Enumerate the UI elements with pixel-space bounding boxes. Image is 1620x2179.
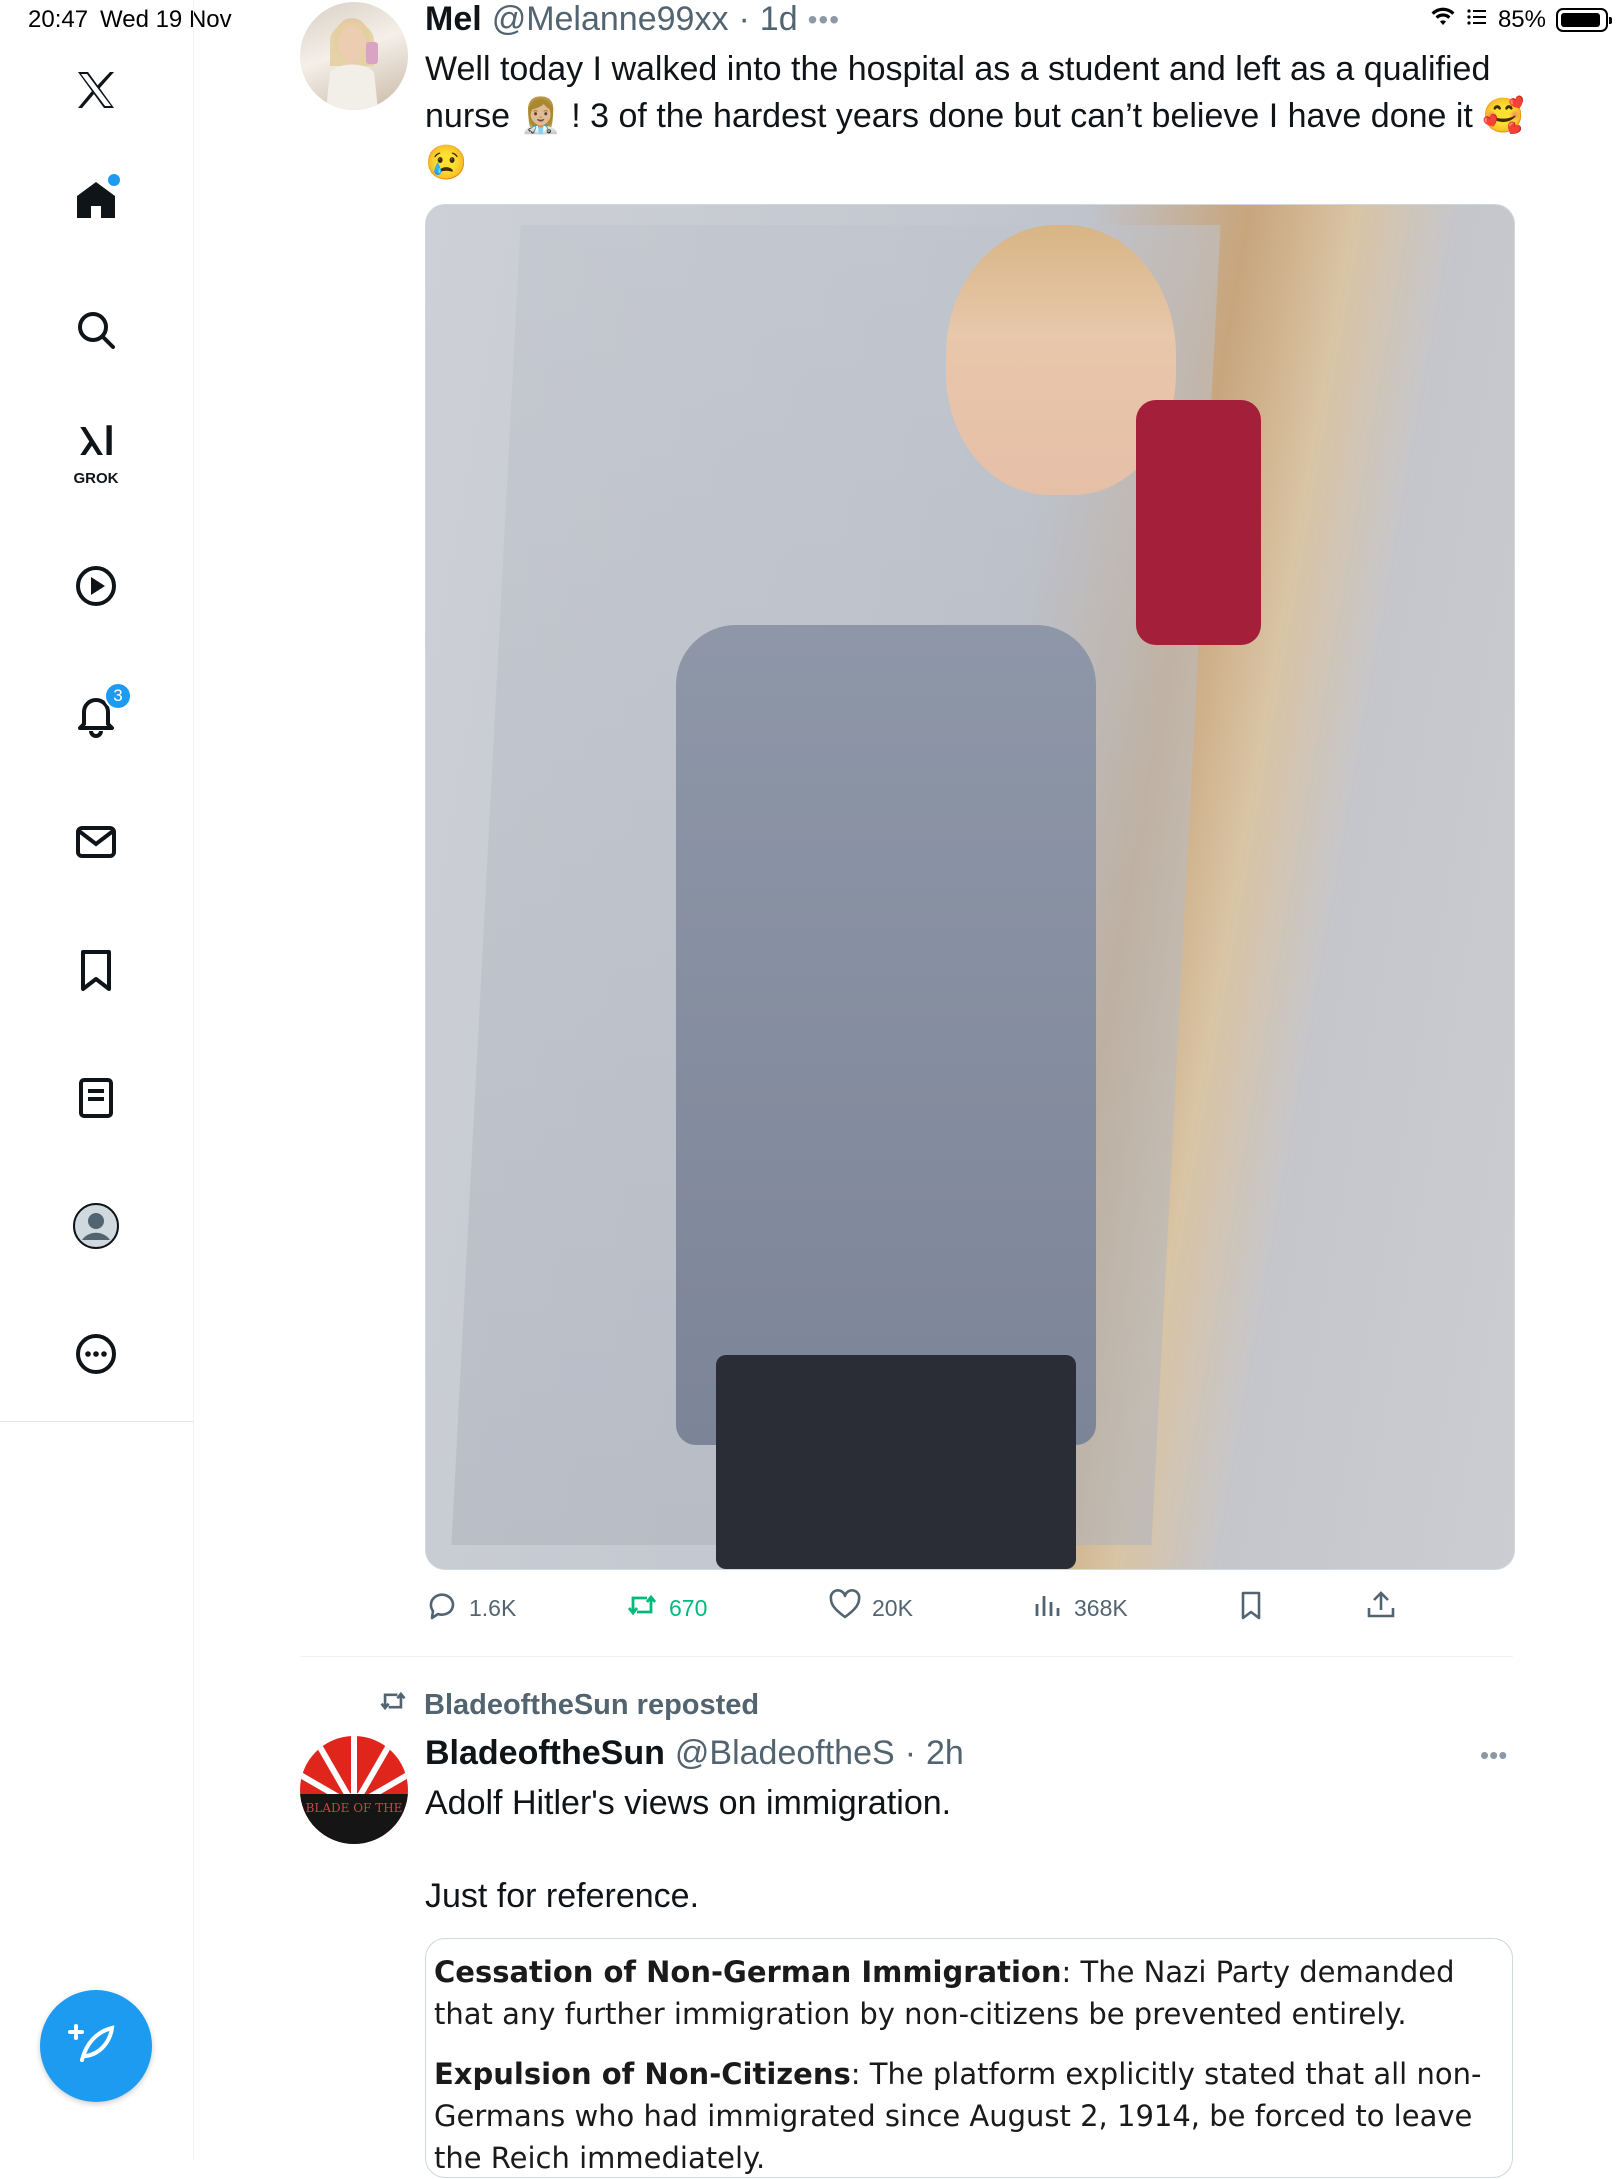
- quote-paragraph: Cessation of Non-German Immigration: The…: [434, 1951, 1504, 2035]
- nav-more[interactable]: [56, 1316, 136, 1396]
- orientation-lock-icon: [1466, 6, 1488, 34]
- tweet-text-line1: Adolf Hitler's views on immigration.: [425, 1784, 952, 1822]
- tweet-image[interactable]: [425, 204, 1515, 1570]
- tweet-text-line2: Just for reference.: [425, 1877, 700, 1915]
- quote-heading: Expulsion of Non-Citizens: [434, 2057, 851, 2091]
- avatar[interactable]: [300, 2, 408, 110]
- more-options-icon[interactable]: •••: [808, 4, 840, 36]
- bookmark-icon: [1234, 1588, 1268, 1628]
- repost-context[interactable]: BladeoftheSun reposted: [376, 1686, 759, 1724]
- grok-label: GROK: [73, 470, 119, 487]
- nav-lists[interactable]: [56, 1060, 136, 1140]
- repost-count: 670: [669, 1594, 708, 1621]
- author-handle[interactable]: @BladeoftheS: [675, 1734, 895, 1773]
- tweet-header: Mel @Melanne99xx · 1d •••: [425, 0, 840, 39]
- profile-icon: [72, 1202, 120, 1255]
- views-button[interactable]: 368K: [1030, 1588, 1128, 1628]
- more-options-icon[interactable]: •••: [1480, 1740, 1507, 1771]
- repost-icon: [376, 1686, 410, 1724]
- quote-card[interactable]: Cessation of Non-German Immigration: The…: [425, 1938, 1513, 2178]
- repost-icon: [625, 1588, 659, 1628]
- status-indicators: 85%: [1430, 6, 1612, 34]
- author-handle[interactable]: @Melanne99xx: [492, 0, 729, 39]
- more-icon: [72, 1330, 120, 1383]
- battery-percent: 85%: [1497, 6, 1546, 33]
- avatar-logo-text: BLADE OF THE: [300, 1794, 408, 1844]
- like-button[interactable]: 20K: [828, 1588, 913, 1628]
- tweet-time[interactable]: 1d: [760, 0, 798, 39]
- reply-count: 1.6K: [469, 1594, 517, 1621]
- video-play-icon: [72, 562, 120, 615]
- compose-feather-icon: [68, 2016, 124, 2077]
- like-count: 20K: [872, 1594, 913, 1621]
- quote-paragraph: Expulsion of Non-Citizens: The platform …: [434, 2053, 1504, 2179]
- reposted-by-label: BladeoftheSun reposted: [424, 1688, 760, 1721]
- tweet-divider: [300, 1656, 1513, 1657]
- repost-button[interactable]: 670: [625, 1588, 707, 1628]
- nav-profile[interactable]: [56, 1188, 136, 1268]
- bookmark-tweet-button[interactable]: [1234, 1588, 1268, 1628]
- views-count: 368K: [1074, 1594, 1128, 1621]
- share-icon: [1364, 1588, 1398, 1628]
- nav-grok[interactable]: GROK: [56, 412, 136, 492]
- sidebar-divider: [0, 1421, 193, 1422]
- x-logo-icon[interactable]: [56, 50, 136, 130]
- separator-dot: ·: [738, 0, 750, 38]
- avatar[interactable]: BLADE OF THE: [300, 1736, 408, 1844]
- tweet-header: BladeoftheSun @BladeoftheS · 2h: [425, 1734, 964, 1773]
- mail-icon: [72, 818, 120, 871]
- notification-badge: 3: [104, 682, 132, 710]
- battery-icon: [1556, 8, 1612, 32]
- sidebar: GROK 3: [0, 0, 194, 2160]
- nav-search[interactable]: [56, 292, 136, 372]
- compose-button[interactable]: [40, 1990, 152, 2102]
- bookmark-icon: [72, 946, 120, 999]
- reply-icon: [425, 1588, 459, 1628]
- reply-button[interactable]: 1.6K: [425, 1588, 516, 1628]
- nav-video[interactable]: [56, 548, 136, 628]
- quote-heading: Cessation of Non-German Immigration: [434, 1955, 1062, 1989]
- grok-icon: [72, 420, 120, 467]
- heart-icon: [828, 1588, 862, 1628]
- author-name[interactable]: BladeoftheSun: [425, 1734, 665, 1773]
- separator-dot: ·: [904, 1734, 917, 1772]
- views-chart-icon: [1030, 1588, 1064, 1628]
- nav-messages[interactable]: [56, 804, 136, 884]
- tweet-text: Well today I walked into the hospital as…: [425, 50, 1525, 182]
- lists-icon: [72, 1074, 120, 1127]
- nav-notifications[interactable]: 3: [56, 676, 136, 756]
- author-name[interactable]: Mel: [425, 0, 482, 39]
- share-button[interactable]: [1364, 1588, 1398, 1628]
- search-icon: [72, 306, 120, 359]
- tweet-time[interactable]: 2h: [926, 1734, 964, 1773]
- home-notification-dot: [108, 174, 120, 186]
- nav-bookmarks[interactable]: [56, 932, 136, 1012]
- wifi-icon: [1430, 6, 1456, 34]
- nav-home[interactable]: [56, 162, 136, 242]
